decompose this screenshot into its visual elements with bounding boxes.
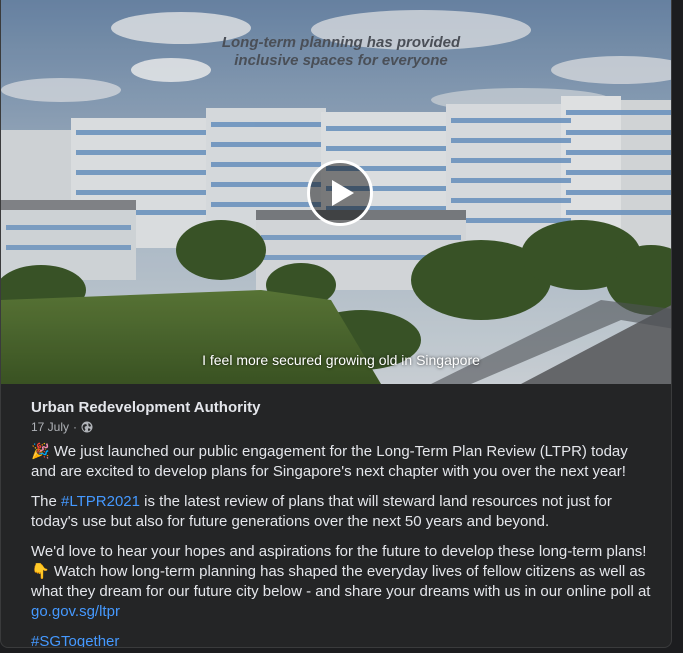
video-overlay-title: Long-term planning has provided inclusiv… [141,34,541,70]
post-author[interactable]: Urban Redevelopment Authority [31,399,260,416]
meta-separator: · [73,420,78,434]
video-caption: I feel more secured growing old in Singa… [202,352,480,368]
hashtag-sgtogether-link[interactable]: #SGTogether [31,633,119,647]
hashtag-ltpr2021-link[interactable]: #LTPR2021 [61,493,140,510]
play-icon [332,180,354,206]
post-body: 🎉 We just launched our public engagement… [31,442,656,647]
post-paragraph-1: 🎉 We just launched our public engagement… [31,442,656,482]
globe-icon [81,421,93,433]
video-overlay-title-line1: Long-term planning has provided [221,34,461,51]
paragraph-3-text-before: We'd love to hear your hopes and aspirat… [31,543,647,560]
play-button[interactable] [307,160,373,226]
pointing-down-emoji: 👇 [31,563,50,580]
party-popper-emoji: 🎉 [31,443,50,460]
post-paragraph-3: We'd love to hear your hopes and aspirat… [31,542,656,622]
post-hashtag-footer: #SGTogether [31,632,656,647]
video-overlay-title-line2: inclusive spaces for everyone [234,52,448,69]
post-meta: 17 July · [31,420,93,434]
paragraph-2-prefix: The [31,493,57,510]
page-frame: Long-term planning has provided inclusiv… [0,0,683,653]
facebook-post-card: Long-term planning has provided inclusiv… [0,0,672,648]
post-paragraph-2: The #LTPR2021 is the latest review of pl… [31,492,656,532]
paragraph-1-text: We just launched our public engagement f… [31,443,628,480]
paragraph-3-text-after: Watch how long-term planning has shaped … [31,563,651,600]
poll-link[interactable]: go.gov.sg/ltpr [31,603,120,620]
post-date[interactable]: 17 July [31,420,69,434]
post-video[interactable]: Long-term planning has provided inclusiv… [1,0,671,384]
